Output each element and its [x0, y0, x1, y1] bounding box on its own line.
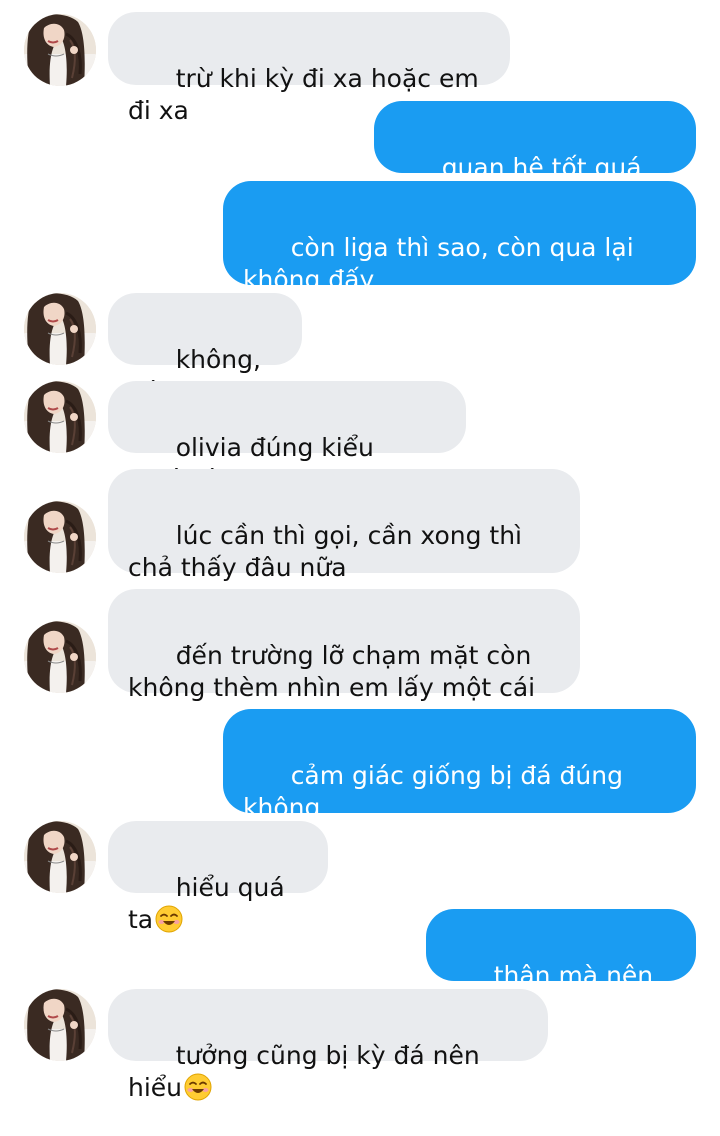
message-text: tưởng cũng bị kỳ đá nên hiểu: [128, 1041, 488, 1102]
outgoing-message-bubble[interactable]: thân mà nên rõ: [426, 909, 696, 1022]
smiling-face-icon: [184, 1073, 212, 1101]
contact-avatar[interactable]: [24, 989, 96, 1061]
contact-avatar-photo: [24, 14, 96, 86]
incoming-message-bubble[interactable]: hiểu quá ta: [108, 821, 328, 934]
incoming-message-bubble[interactable]: lúc cần thì gọi, cần xong thì chả thấy đ…: [108, 469, 580, 582]
smiling-face-icon: [155, 905, 183, 933]
conversation-thread: trừ khi kỳ đi xa hoặc em đi xa quan hệ t…: [0, 0, 720, 1102]
contact-avatar[interactable]: [24, 621, 96, 693]
contact-avatar-photo: [24, 989, 96, 1061]
contact-avatar[interactable]: [24, 14, 96, 86]
outgoing-message-bubble[interactable]: quan hệ tốt quá nhỉ: [374, 101, 696, 214]
incoming-message-bubble[interactable]: đến trường lỡ chạm mặt còn không thèm nh…: [108, 589, 580, 702]
message-text: còn liga thì sao, còn qua lại không đấy: [243, 233, 642, 294]
contact-avatar-photo: [24, 621, 96, 693]
incoming-message-bubble[interactable]: không, trời ạ: [108, 293, 302, 406]
incoming-message-bubble[interactable]: tưởng cũng bị kỳ đá nên hiểu: [108, 989, 548, 1102]
message-text: lúc cần thì gọi, cần xong thì chả thấy đ…: [128, 521, 530, 582]
incoming-message-bubble[interactable]: olivia đúng kiểu tuyệt tình: [108, 381, 466, 494]
contact-avatar-photo: [24, 381, 96, 453]
incoming-message-bubble[interactable]: trừ khi kỳ đi xa hoặc em đi xa: [108, 12, 510, 125]
contact-avatar[interactable]: [24, 293, 96, 365]
contact-avatar[interactable]: [24, 821, 96, 893]
outgoing-message-bubble[interactable]: cảm giác giống bị đá đúng không: [223, 709, 696, 853]
contact-avatar[interactable]: [24, 501, 96, 573]
contact-avatar[interactable]: [24, 381, 96, 453]
message-text: hiểu quá ta: [128, 873, 293, 934]
contact-avatar-photo: [24, 821, 96, 893]
contact-avatar-photo: [24, 501, 96, 573]
message-text: cảm giác giống bị đá đúng không: [243, 761, 631, 822]
message-text: đến trường lỡ chạm mặt còn không thèm nh…: [128, 641, 540, 702]
contact-avatar-photo: [24, 293, 96, 365]
outgoing-message-bubble[interactable]: còn liga thì sao, còn qua lại không đấy: [223, 181, 696, 294]
